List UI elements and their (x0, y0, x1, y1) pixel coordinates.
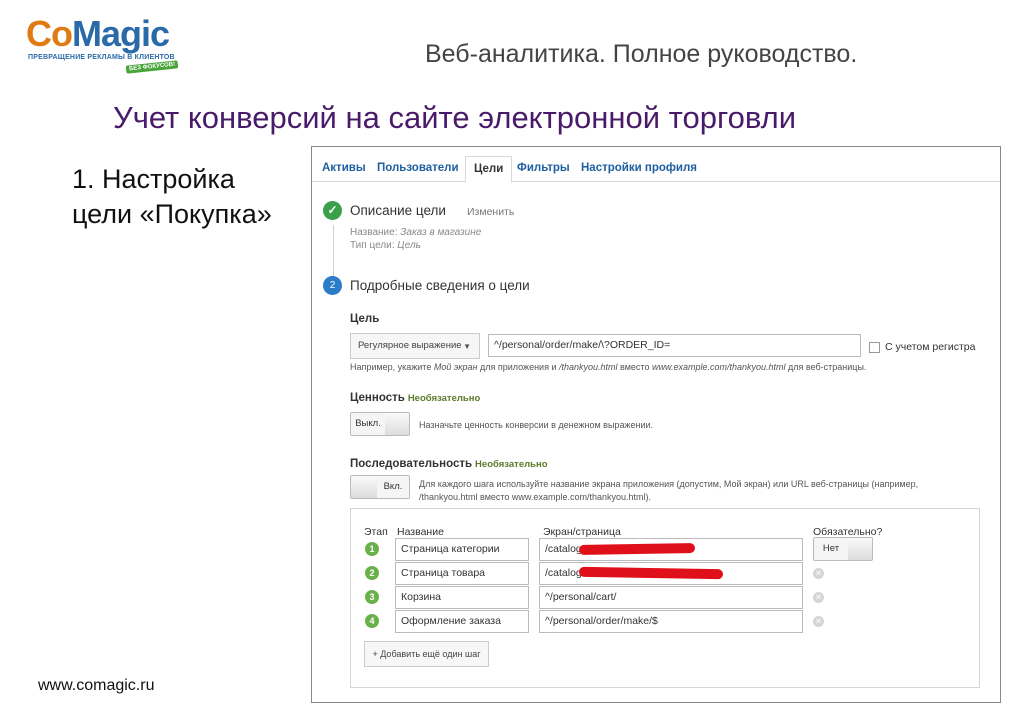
toggle-knob (848, 538, 872, 560)
step-caption: 1. Настройка цели «Покупка» (72, 162, 272, 232)
goal-url-hint: Например, укажите Мой экран для приложен… (350, 362, 867, 372)
remove-step-icon[interactable]: ✕ (813, 592, 824, 603)
value-toggle[interactable]: Выкл. (350, 412, 410, 436)
goal-url-input[interactable]: ^/personal/order/make/\?ORDER_ID= (488, 334, 861, 357)
toggle-knob (351, 476, 377, 498)
goal-description-title: Описание цели (350, 203, 446, 218)
add-step-button[interactable]: + Добавить ещё один шаг (364, 641, 489, 667)
step-connector (333, 225, 334, 277)
redaction-mark (578, 542, 696, 556)
value-hint: Назначьте ценность конверсии в денежном … (419, 420, 653, 430)
step-caption-line2: цели «Покупка» (72, 199, 272, 229)
step-screen-input[interactable]: ^/personal/cart/ (539, 586, 803, 609)
logo-wordmark: CoMagic (26, 13, 170, 54)
logo-stamp: БЕЗ ФОКУСОВ! (125, 60, 179, 74)
step-two-badge: 2 (323, 276, 342, 295)
profile-tabs: Активы Пользователи Цели Фильтры Настрой… (312, 147, 1000, 183)
logo-tagline: ПРЕВРАЩЕНИЕ РЕКЛАМЫ В КЛИЕНТОВ (28, 54, 175, 61)
step-name-input[interactable]: Страница товара (395, 562, 529, 585)
required-toggle[interactable]: Нет (813, 537, 873, 561)
col-screen: Экран/страница (543, 526, 621, 538)
remove-step-icon[interactable]: ✕ (813, 616, 824, 627)
goal-name-meta: Название: Заказ в магазине (350, 227, 482, 238)
funnel-steps-table: Этап Название Экран/страница Обязательно… (350, 508, 980, 688)
footer-url: www.comagic.ru (38, 677, 155, 694)
toggle-knob (385, 413, 409, 435)
tab-goals[interactable]: Цели (465, 156, 513, 183)
goal-settings-panel: Активы Пользователи Цели Фильтры Настрой… (311, 146, 1001, 703)
remove-step-icon[interactable]: ✕ (813, 568, 824, 579)
comagic-logo: CoMagic ПРЕВРАЩЕНИЕ РЕКЛАМЫ В КЛИЕНТОВ Б… (26, 13, 179, 76)
slide-title: Учет конверсий на сайте электронной торг… (113, 100, 797, 135)
col-step: Этап (364, 526, 388, 538)
step-number-badge: 4 (365, 614, 379, 628)
check-icon: ✓ (323, 201, 342, 220)
step-caption-line1: 1. Настройка (72, 164, 235, 194)
step-name-input[interactable]: Оформление заказа (395, 610, 529, 633)
step-number-badge: 1 (365, 542, 379, 556)
match-type-select[interactable]: Регулярное выражение ▼ (350, 333, 480, 359)
funnel-hint: Для каждого шага используйте название эк… (419, 479, 919, 502)
step-number-badge: 3 (365, 590, 379, 604)
value-label: Ценность Необязательно (350, 392, 481, 404)
tab-assets[interactable]: Активы (322, 162, 366, 174)
edit-goal-link[interactable]: Изменить (467, 206, 514, 218)
case-sensitive-checkbox[interactable] (869, 342, 880, 353)
tab-users[interactable]: Пользователи (377, 162, 459, 174)
funnel-toggle[interactable]: Вкл. (350, 475, 410, 499)
step-screen-input[interactable]: ^/personal/order/make/$ (539, 610, 803, 633)
tab-profile-settings[interactable]: Настройки профиля (581, 162, 697, 174)
step-name-input[interactable]: Страница категории (395, 538, 529, 561)
goal-type-meta: Тип цели: Цель (350, 240, 421, 251)
deck-title: Веб-аналитика. Полное руководство. (425, 40, 858, 68)
goal-details-title: Подробные сведения о цели (350, 278, 530, 293)
col-name: Название (397, 526, 444, 538)
step-number-badge: 2 (365, 566, 379, 580)
funnel-label: Последовательность Необязательно (350, 458, 548, 470)
goal-label: Цель (350, 313, 380, 325)
caret-down-icon: ▼ (463, 342, 471, 351)
step-name-input[interactable]: Корзина (395, 586, 529, 609)
tab-filters[interactable]: Фильтры (517, 162, 570, 174)
case-sensitive-label: С учетом регистра (885, 341, 976, 353)
